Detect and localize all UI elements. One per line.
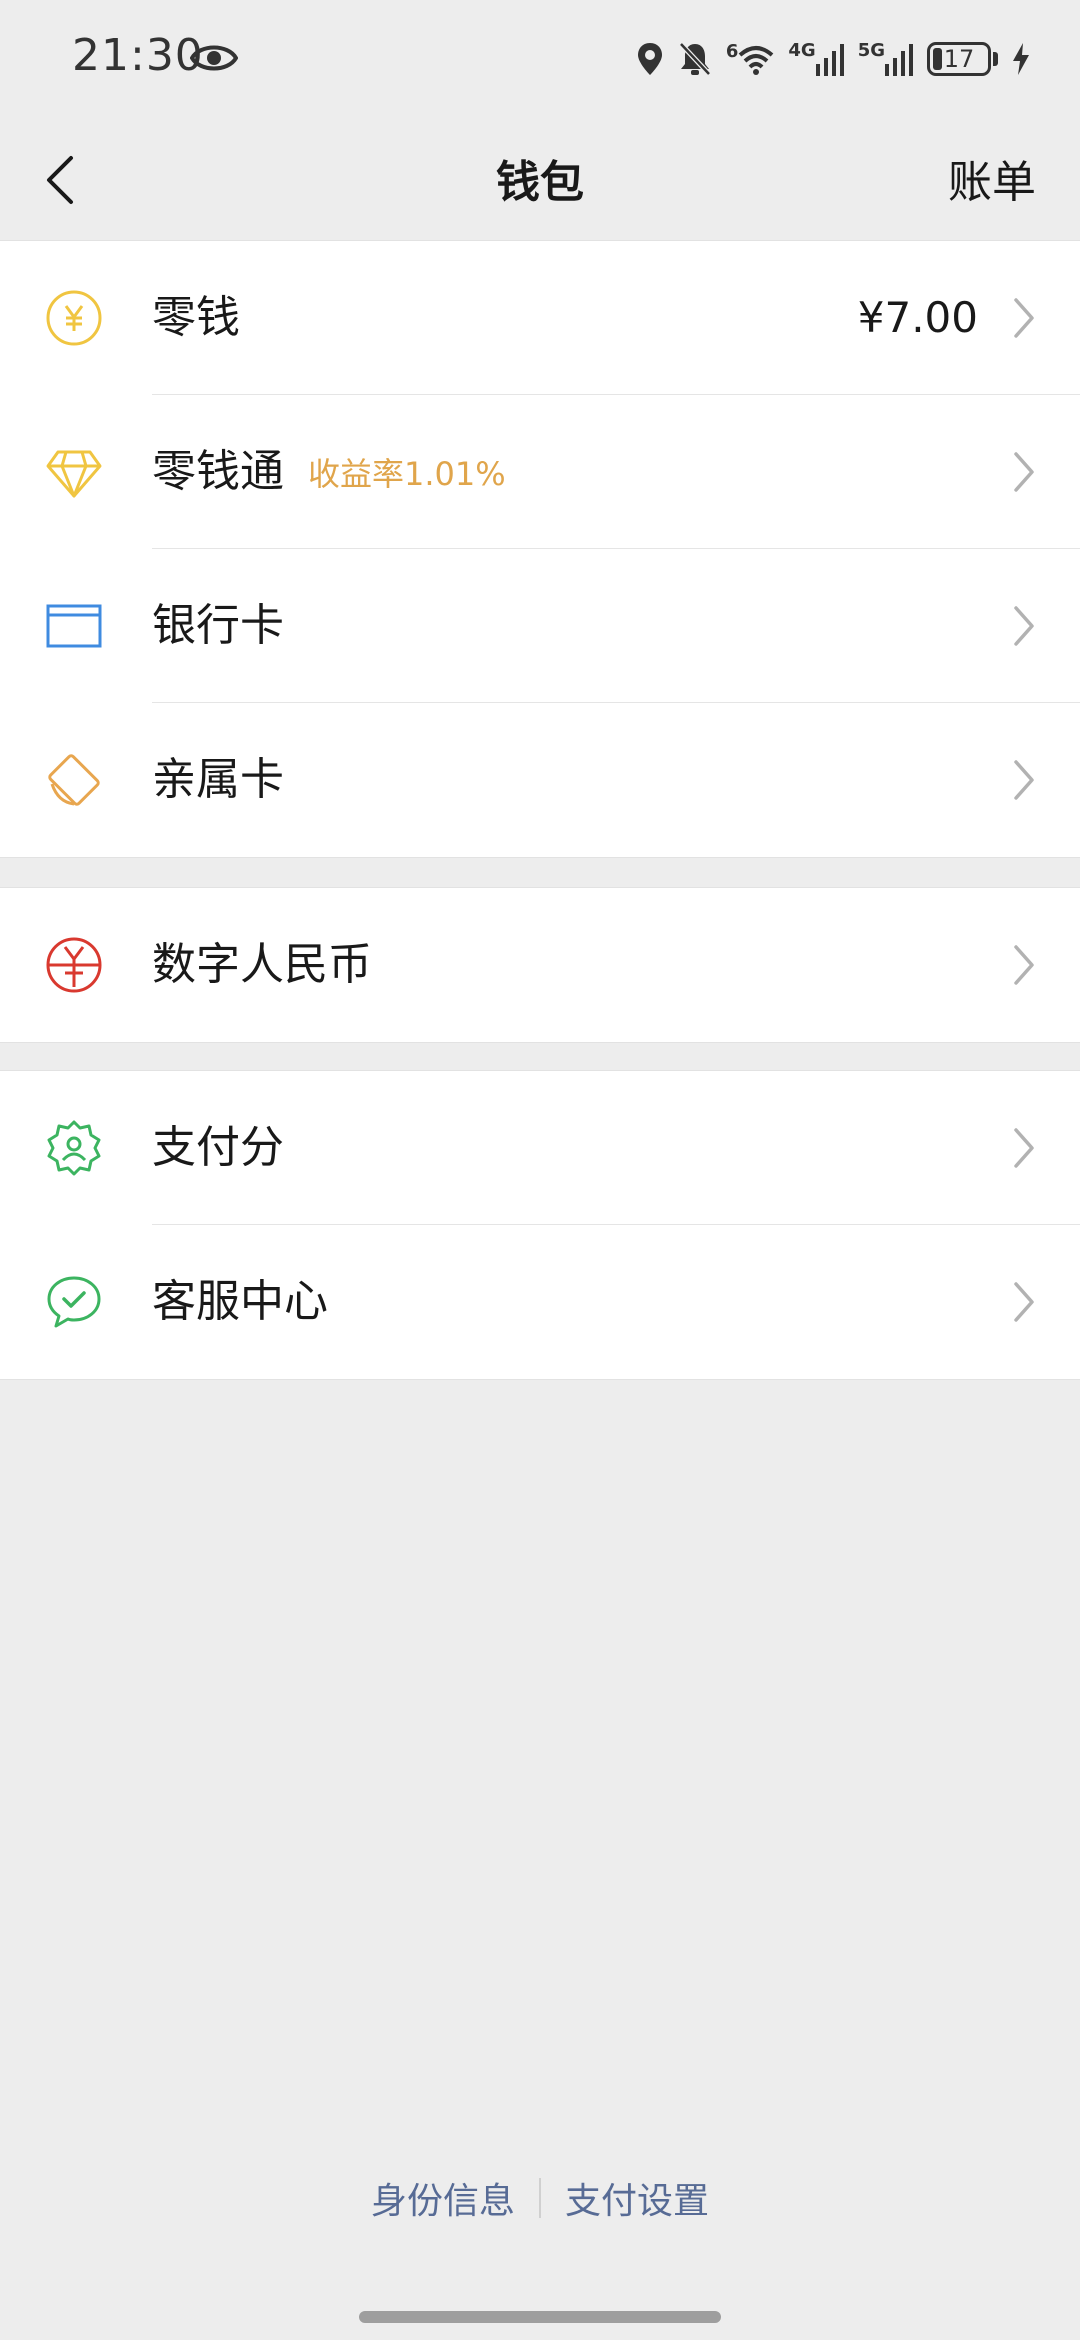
yield-rate-label: 收益率1.01%: [308, 455, 506, 493]
payment-settings-link[interactable]: 支付设置: [565, 2172, 709, 2224]
status-icons: 6 4G 5G 17: [622, 34, 1030, 84]
status-bar: 21:30 6 4G 5G 17: [0, 0, 1080, 120]
identity-info-link[interactable]: 身份信息: [371, 2172, 515, 2224]
list-item-pay-score[interactable]: 支付分: [0, 1071, 1080, 1225]
signal-5g: 5G: [858, 42, 913, 76]
chevron-right-icon: [1014, 606, 1034, 646]
yuan-coin-icon: [46, 290, 102, 346]
location-icon: [637, 43, 662, 75]
chevron-right-icon: [1014, 945, 1034, 985]
wallet-group-1: 零钱 ¥7.00 零钱通 收益率1.01% 银行卡 亲属卡: [0, 240, 1080, 858]
signal-4g: 4G: [788, 40, 844, 76]
chevron-right-icon: [1014, 1128, 1034, 1168]
list-item-label: 客服中心: [152, 1276, 328, 1327]
battery-text: 17: [943, 45, 975, 73]
chevron-right-icon: [1014, 760, 1034, 800]
pay-score-icon: [47, 1120, 101, 1176]
chevron-right-icon: [1014, 1282, 1034, 1322]
diamond-icon: [46, 450, 102, 498]
wifi-icon: [739, 46, 774, 75]
card-icon: [46, 604, 102, 648]
balance-value: ¥7.00: [857, 293, 978, 342]
wallet-screen: 21:30 6 4G 5G 17 钱包 账单 零钱 ¥7.00 零钱通 收益率1…: [0, 0, 1080, 2340]
list-item-label: 零钱通 收益率1.01%: [152, 443, 506, 503]
list-item-family-card[interactable]: 亲属卡: [0, 703, 1080, 857]
list-item-label: 亲属卡: [152, 754, 284, 805]
status-time: 21:30: [72, 30, 204, 81]
list-item-bank-card[interactable]: 银行卡: [0, 549, 1080, 703]
list-item-digital-rmb[interactable]: 数字人民币: [0, 888, 1080, 1042]
home-indicator[interactable]: [359, 2311, 721, 2323]
list-item-label: 零钱: [152, 292, 240, 343]
list-item-label: 支付分: [152, 1122, 284, 1173]
bill-button[interactable]: 账单: [948, 146, 1036, 210]
list-item-customer-service[interactable]: 客服中心: [0, 1225, 1080, 1379]
wifi-label: 6: [725, 41, 739, 62]
list-item-label: 银行卡: [152, 600, 284, 651]
battery-tip: [993, 52, 998, 66]
list-item-change[interactable]: 零钱 ¥7.00: [0, 241, 1080, 395]
list-item-label: 数字人民币: [152, 939, 372, 990]
signal-bars-icon: [885, 44, 913, 76]
footer-links: 身份信息 支付设置: [0, 2172, 1080, 2224]
customer-service-icon: [47, 1276, 101, 1328]
wifi-indicator: 6: [726, 43, 775, 75]
page-title: 钱包: [496, 157, 584, 208]
charging-icon: [1013, 43, 1029, 75]
net1-label: 4G: [788, 40, 816, 61]
signal-bars-icon: [815, 44, 844, 76]
mute-bell-icon: [679, 42, 711, 76]
battery-indicator: 17: [927, 42, 991, 76]
eye-icon: [190, 45, 238, 71]
chevron-right-icon: [1014, 298, 1034, 338]
footer-separator: [539, 2178, 541, 2218]
net2-label: 5G: [857, 40, 885, 61]
lingqiantong-label: 零钱通: [152, 446, 284, 497]
list-item-lingqiantong[interactable]: 零钱通 收益率1.01%: [0, 395, 1080, 549]
digital-rmb-icon: [46, 937, 102, 993]
nav-bar: 钱包 账单: [0, 120, 1080, 240]
wallet-group-2: 数字人民币: [0, 887, 1080, 1043]
wallet-group-3: 支付分 客服中心: [0, 1070, 1080, 1380]
family-card-icon: [48, 754, 100, 806]
chevron-right-icon: [1014, 452, 1034, 492]
